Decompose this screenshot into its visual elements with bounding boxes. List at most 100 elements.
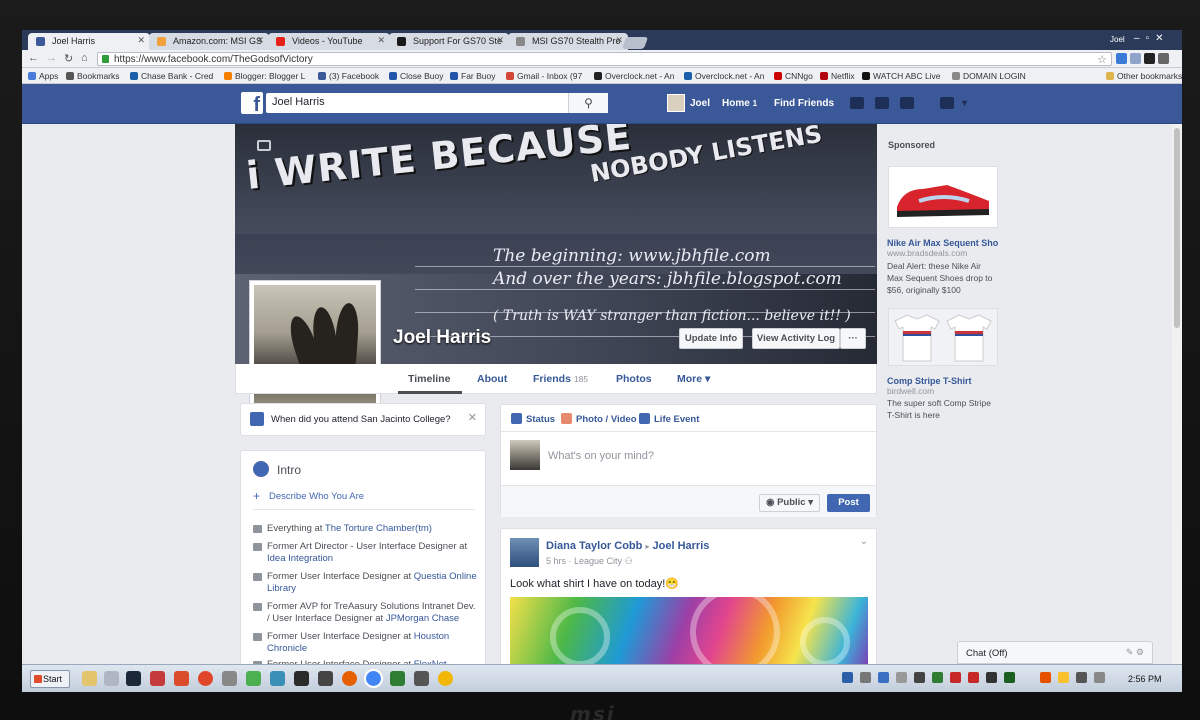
tray-icon[interactable] (986, 672, 997, 683)
chevron-down-icon[interactable]: ▾ (962, 98, 967, 109)
post-time[interactable]: 5 hrs (546, 556, 566, 566)
app-icon[interactable] (414, 671, 429, 686)
chrome-icon[interactable] (364, 669, 383, 688)
tab-about[interactable]: About (477, 373, 507, 385)
workplace-link[interactable]: The Torture Chamber(tm) (325, 523, 432, 534)
privacy-icon[interactable] (940, 97, 954, 109)
composer-tab-life-event[interactable]: Life Event (639, 413, 699, 425)
extension-icon[interactable] (1116, 53, 1127, 64)
scrollbar[interactable] (1172, 124, 1182, 664)
composer-input[interactable]: What's on your mind? (548, 450, 654, 462)
app-icon[interactable] (174, 671, 189, 686)
nav-home[interactable]: Home 1 (722, 98, 757, 109)
browser-tab[interactable]: Amazon.com: MSI GS ✕ (149, 33, 269, 50)
app-icon[interactable] (150, 671, 165, 686)
star-icon[interactable]: ☆ (1097, 53, 1107, 66)
bookmark[interactable]: CNNgo (774, 71, 813, 81)
gear-icon[interactable]: ✎ ⚙ (1126, 647, 1144, 658)
search-icon[interactable]: ⚲ (568, 93, 608, 113)
volume-icon[interactable] (1076, 672, 1087, 683)
bookmark[interactable]: Chase Bank - Cred (130, 71, 213, 81)
update-info-button[interactable]: Update Info (679, 328, 743, 349)
profile-name[interactable]: Joel (1110, 35, 1125, 44)
workplace-link[interactable]: JPMorgan Chase (386, 613, 459, 624)
close-icon[interactable]: ✕ (256, 35, 264, 46)
bookmark[interactable]: Close Buoy (389, 71, 443, 81)
explorer-icon[interactable] (82, 671, 97, 686)
friend-requests-icon[interactable] (850, 97, 864, 109)
profile-name[interactable]: Joel Harris (393, 327, 491, 349)
tray-icon[interactable] (1004, 672, 1015, 683)
new-tab-button[interactable] (621, 37, 649, 49)
ad-image-shirt[interactable] (888, 308, 998, 366)
bookmark[interactable]: (3) Facebook (318, 71, 379, 81)
camera-icon[interactable] (257, 140, 271, 151)
other-bookmarks[interactable]: Other bookmarks (1106, 71, 1182, 81)
more-options-button[interactable]: ··· (840, 328, 866, 349)
app-icon[interactable] (222, 671, 237, 686)
chat-bar[interactable]: Chat (Off) ✎ ⚙ (957, 641, 1153, 664)
tab-timeline[interactable]: Timeline (408, 373, 450, 385)
bookmark[interactable]: Overclock.net - An (594, 71, 674, 81)
ad-image-shoe[interactable] (888, 166, 998, 228)
bookmark[interactable]: Overclock.net - An (684, 71, 764, 81)
clock[interactable]: 2:56 PM (1128, 674, 1162, 684)
app-icon[interactable] (246, 671, 261, 686)
notifications-icon[interactable] (900, 97, 914, 109)
messages-icon[interactable] (875, 97, 889, 109)
close-icon[interactable]: ✕ (468, 411, 477, 424)
tray-icon[interactable] (878, 672, 889, 683)
chevron-down-icon[interactable]: ⌄ (860, 536, 868, 547)
workplace-link[interactable]: Idea Integration (267, 553, 333, 564)
bookmark[interactable]: DOMAIN LOGIN (952, 71, 1026, 81)
opera-icon[interactable] (198, 671, 213, 686)
tray-icon[interactable] (842, 672, 853, 683)
plus-icon[interactable]: + (253, 489, 260, 503)
search-input[interactable]: Joel Harris ⚲ (266, 93, 608, 113)
ad-title[interactable]: Comp Stripe T-Shirt (887, 376, 972, 386)
address-bar[interactable]: https://www.facebook.com/TheGodsofVictor… (97, 52, 1112, 66)
bookmark[interactable]: Far Buoy (450, 71, 496, 81)
ad-title[interactable]: Nike Air Max Sequent Sho (887, 238, 998, 248)
bookmark[interactable]: Bookmarks (66, 71, 120, 81)
network-icon[interactable] (1094, 672, 1105, 683)
steam-icon[interactable] (126, 671, 141, 686)
browser-tab[interactable]: Videos - YouTube ✕ (268, 33, 390, 50)
post-location[interactable]: League City (574, 556, 622, 566)
home-icon[interactable]: ⌂ (81, 52, 88, 64)
audience-selector[interactable]: ◉ Public ▾ (759, 494, 820, 512)
window-controls[interactable]: –▫✕ (1134, 33, 1170, 44)
avatar[interactable] (667, 94, 685, 112)
tray-icon[interactable] (914, 672, 925, 683)
close-icon[interactable]: ✕ (615, 35, 623, 46)
tray-icon[interactable] (968, 672, 979, 683)
composer-tab-photo[interactable]: Photo / Video (561, 413, 637, 425)
reload-icon[interactable]: ↻ (64, 52, 73, 65)
composer-tab-status[interactable]: Status (511, 413, 555, 425)
bookmark[interactable]: Blogger: Blogger L (224, 71, 305, 81)
browser-tab[interactable]: Joel Harris ✕ (28, 33, 150, 50)
scrollbar-thumb[interactable] (1174, 128, 1180, 328)
facebook-logo-icon[interactable]: f (241, 92, 263, 116)
tray-icon[interactable] (932, 672, 943, 683)
close-icon[interactable]: ✕ (496, 35, 504, 46)
firefox-icon[interactable] (342, 671, 357, 686)
nav-user[interactable]: Joel (690, 98, 710, 109)
tray-icon[interactable] (896, 672, 907, 683)
tab-photos[interactable]: Photos (616, 373, 652, 385)
avatar[interactable] (510, 538, 539, 567)
app-icon[interactable] (104, 671, 119, 686)
browser-tab[interactable]: MSI GS70 Stealth Pro ✕ (508, 33, 628, 50)
close-icon[interactable]: ✕ (137, 35, 145, 46)
tray-icon[interactable] (1040, 672, 1051, 683)
app-icon[interactable] (390, 671, 405, 686)
describe-link[interactable]: Describe Who You Are (269, 491, 364, 502)
tab-more[interactable]: More ▾ (677, 373, 710, 385)
extension-icon[interactable] (1130, 53, 1141, 64)
tab-friends[interactable]: Friends 185 (533, 373, 588, 385)
start-button[interactable]: Start (30, 670, 70, 688)
author-link[interactable]: Diana Taylor Cobb (546, 540, 642, 552)
target-link[interactable]: Joel Harris (653, 540, 710, 552)
menu-icon[interactable] (1158, 53, 1169, 64)
post-photo[interactable] (510, 597, 868, 667)
